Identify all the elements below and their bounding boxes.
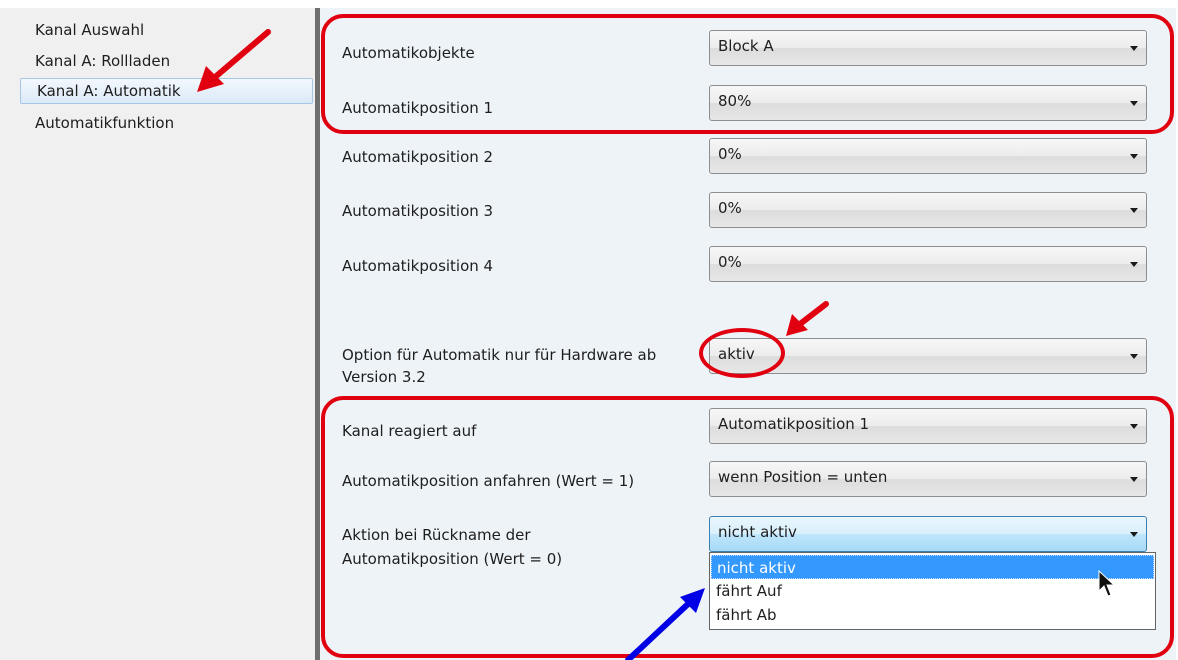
mouse-cursor-icon [1098,569,1116,597]
red-arrow-icon-aktiv [786,301,829,336]
blue-arrow-icon-dropdown [625,588,705,660]
annotation-arrows [197,29,1116,660]
red-arrow-icon-sidebar [197,29,271,92]
